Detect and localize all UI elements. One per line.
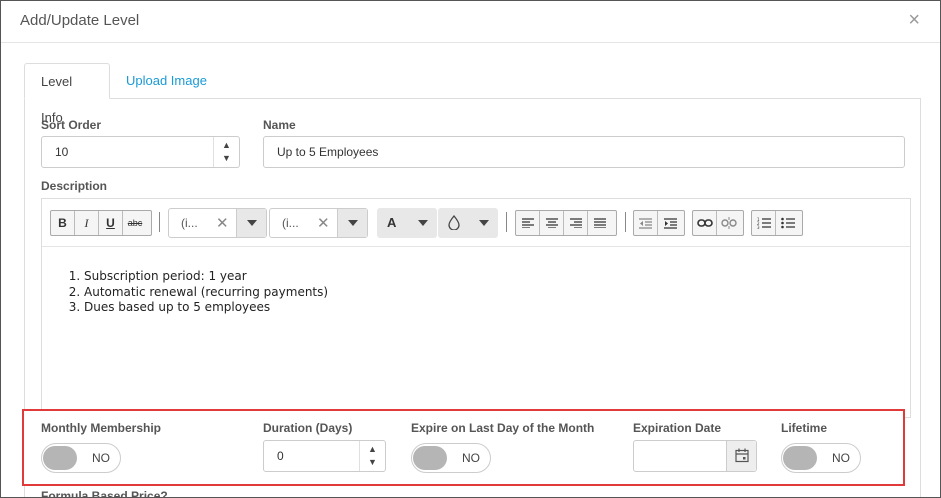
toggle-knob (43, 446, 77, 470)
unlink-icon[interactable] (717, 211, 741, 235)
duration-label: Duration (Days) (263, 421, 353, 435)
duration-stepper[interactable]: ▲ ▼ (359, 441, 385, 471)
link-group (692, 210, 744, 236)
svg-text:3: 3 (757, 225, 760, 229)
expiration-date-label: Expiration Date (633, 421, 722, 435)
calendar-button[interactable] (726, 441, 756, 471)
close-icon[interactable]: × (908, 10, 920, 30)
sort-order-stepper[interactable]: ▲ ▼ (213, 137, 239, 167)
stepper-down-icon[interactable]: ▼ (222, 154, 231, 163)
stepper-up-icon[interactable]: ▲ (222, 141, 231, 150)
font-name-value: (i... (181, 216, 198, 230)
expire-last-day-label: Expire on Last Day of the Month (411, 421, 595, 435)
justify-icon[interactable] (588, 211, 612, 235)
toolbar-divider (159, 212, 160, 232)
name-value: Up to 5 Employees (277, 145, 379, 159)
strikethrough-icon[interactable]: abc (123, 211, 147, 235)
font-color-icon: A (387, 215, 397, 230)
clear-font-size-icon[interactable]: ✕ (317, 214, 330, 232)
chevron-down-icon (247, 220, 257, 226)
list-item: Dues based up to 5 employees (84, 300, 328, 316)
list-item: Subscription period: 1 year (84, 269, 328, 285)
tab-level-info[interactable]: Level Info (24, 63, 110, 125)
monthly-membership-toggle[interactable]: NO (41, 443, 121, 473)
font-size-dropdown-button[interactable] (337, 209, 367, 237)
italic-icon[interactable]: I (75, 211, 99, 235)
chevron-down-icon (418, 220, 428, 226)
toggle-state-label: NO (462, 451, 480, 465)
add-update-level-modal: Add/Update Level × Level Info Upload Ima… (0, 0, 941, 498)
editor-toolbar: B I U abc (i... ✕ (i... ✕ A 1 2 3 (42, 199, 910, 247)
bold-icon[interactable]: B (51, 211, 75, 235)
toggle-state-label: NO (92, 451, 110, 465)
stepper-up-icon[interactable]: ▲ (368, 445, 377, 454)
duration-input[interactable]: 0 ▲ ▼ (263, 440, 386, 472)
toolbar-divider (625, 212, 626, 232)
chevron-down-icon (479, 220, 489, 226)
indent-group (633, 210, 685, 236)
monthly-membership-label: Monthly Membership (41, 421, 162, 435)
outdent-icon[interactable] (634, 211, 658, 235)
toolbar-divider (506, 212, 507, 232)
description-label: Description (41, 179, 108, 193)
stepper-down-icon[interactable]: ▼ (368, 458, 377, 467)
toggle-knob (413, 446, 447, 470)
font-color-picker[interactable]: A (377, 208, 437, 238)
text-style-group: B I U abc (50, 210, 152, 236)
unordered-list-icon[interactable] (776, 211, 800, 235)
sort-order-input[interactable]: 10 ▲ ▼ (41, 136, 240, 168)
chevron-down-icon (348, 220, 358, 226)
editor-content-area[interactable]: Subscription period: 1 year Automatic re… (42, 247, 910, 417)
lifetime-toggle[interactable]: NO (781, 443, 861, 473)
clear-font-name-icon[interactable]: ✕ (216, 214, 229, 232)
align-center-icon[interactable] (540, 211, 564, 235)
background-color-picker[interactable] (438, 208, 498, 238)
alignment-group (515, 210, 617, 236)
tab-upload-image[interactable]: Upload Image (110, 63, 223, 99)
name-input[interactable]: Up to 5 Employees (263, 136, 905, 168)
description-list: Subscription period: 1 year Automatic re… (66, 269, 328, 316)
font-name-select[interactable]: (i... ✕ (168, 208, 267, 238)
expire-last-day-toggle[interactable]: NO (411, 443, 491, 473)
calendar-icon (735, 448, 749, 463)
underline-icon[interactable]: U (99, 211, 123, 235)
lifetime-label: Lifetime (781, 421, 828, 435)
list-item: Automatic renewal (recurring payments) (84, 285, 328, 301)
expiration-date-input[interactable] (633, 440, 757, 472)
toggle-knob (783, 446, 817, 470)
ordered-list-icon[interactable]: 123 (752, 211, 776, 235)
link-icon[interactable] (693, 211, 717, 235)
list-group: 123 (751, 210, 803, 236)
modal-title: Add/Update Level (20, 12, 140, 29)
modal-header: Add/Update Level × (1, 1, 940, 43)
formula-based-price-label: Formula Based Price? (41, 489, 168, 498)
toggle-state-label: NO (832, 451, 850, 465)
duration-value: 0 (277, 449, 284, 463)
background-color-icon (448, 215, 460, 230)
indent-icon[interactable] (658, 211, 682, 235)
align-left-icon[interactable] (516, 211, 540, 235)
sort-order-value: 10 (55, 145, 69, 159)
description-editor: B I U abc (i... ✕ (i... ✕ A 1 2 3 1. Sub… (41, 198, 911, 418)
align-right-icon[interactable] (564, 211, 588, 235)
font-size-value: (i... (282, 216, 299, 230)
font-name-dropdown-button[interactable] (236, 209, 266, 237)
name-label: Name (263, 118, 296, 132)
font-size-select[interactable]: (i... ✕ (269, 208, 368, 238)
